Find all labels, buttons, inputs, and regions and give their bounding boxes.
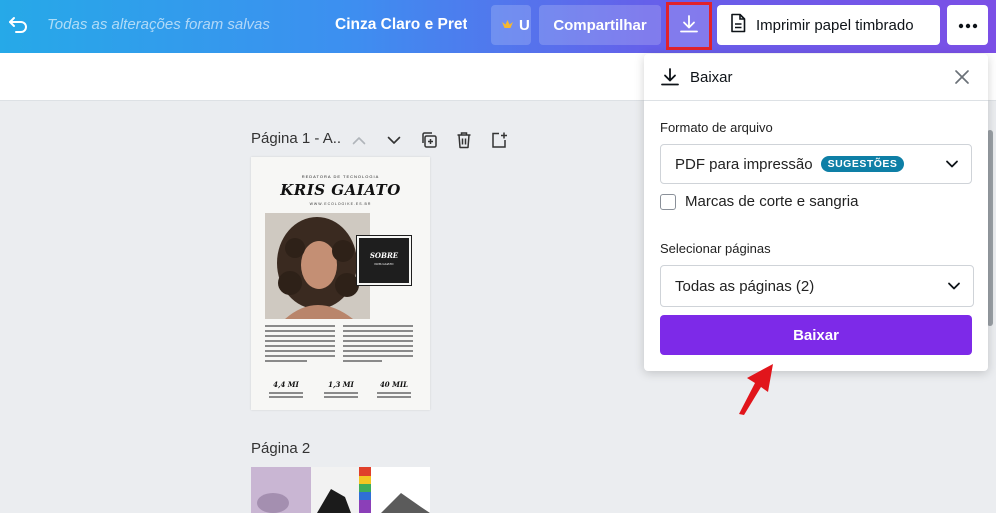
file-format-select[interactable]: PDF para impressão SUGESTÕES (660, 144, 972, 184)
download-icon (659, 66, 681, 93)
stat-number: 1,3 MI (328, 380, 354, 389)
about-box: SOBRE KRIS GAIATO (356, 235, 412, 286)
chevron-up-icon[interactable] (348, 129, 370, 151)
upgrade-button[interactable]: U (491, 5, 531, 45)
print-label: Imprimir papel timbrado (756, 16, 914, 34)
upgrade-label: U (519, 16, 530, 34)
save-status: Todas as alterações foram salvas (47, 16, 270, 33)
trash-icon[interactable] (453, 129, 475, 151)
select-pages-value: Todas as páginas (2) (675, 277, 815, 295)
document-title[interactable]: Cinza Claro e Pret... (335, 16, 467, 34)
download-submit-button[interactable]: Baixar (660, 315, 972, 355)
suggestions-badge: SUGESTÕES (820, 156, 905, 172)
page-1-thumbnail[interactable]: REDATORA DE TECNOLOGIA KRIS GAIATO WWW.E… (251, 157, 430, 410)
page-2-label[interactable]: Página 2 (251, 440, 310, 457)
undo-icon[interactable] (6, 12, 32, 38)
stat-number: 4,4 MI (273, 380, 299, 389)
crown-icon (501, 17, 514, 34)
download-panel-header: Baixar (644, 54, 988, 101)
page-1-label[interactable]: Página 1 - A.. (251, 130, 341, 147)
document-icon (729, 13, 747, 37)
download-panel: Baixar Formato de arquivo PDF para impre… (644, 54, 988, 371)
about-title: SOBRE (369, 251, 399, 260)
file-format-label: Formato de arquivo (660, 120, 773, 135)
text-column-left (265, 325, 335, 365)
crop-marks-option[interactable]: Marcas de corte e sangria (660, 193, 858, 210)
download-icon (678, 13, 700, 40)
red-arrow-icon (737, 362, 777, 421)
print-letterhead-button[interactable]: Imprimir papel timbrado (717, 5, 940, 45)
about-subtitle: KRIS GAIATO (374, 262, 394, 266)
select-pages-label: Selecionar páginas (660, 241, 771, 256)
page-heading: KRIS GAIATO (280, 181, 401, 199)
stat-item: 4,4 MI (261, 380, 311, 398)
duplicate-page-icon[interactable] (418, 129, 440, 151)
top-bar: Todas as alterações foram salvas Cinza C… (0, 0, 996, 53)
chevron-down-icon (945, 157, 959, 175)
add-page-icon[interactable] (488, 129, 510, 151)
page-2-thumbnail[interactable] (251, 467, 430, 513)
crop-marks-label: Marcas de corte e sangria (685, 193, 859, 210)
page-controls (348, 129, 510, 151)
more-options-button[interactable] (947, 5, 988, 45)
page-kicker: REDATORA DE TECNOLOGIA (301, 174, 380, 179)
stat-item: 40 MIL (369, 380, 419, 398)
share-button[interactable]: Compartilhar (539, 5, 661, 45)
stat-item: 1,3 MI (316, 380, 366, 398)
crop-marks-checkbox[interactable] (660, 193, 676, 210)
close-icon[interactable] (952, 67, 972, 92)
portrait-photo (265, 213, 370, 319)
file-format-value: PDF para impressão (675, 155, 813, 173)
download-panel-title: Baixar (690, 69, 733, 86)
stat-number: 40 MIL (379, 380, 409, 389)
download-button[interactable] (666, 2, 712, 50)
select-pages-dropdown[interactable]: Todas as páginas (2) (660, 265, 974, 307)
chevron-down-icon[interactable] (383, 129, 405, 151)
more-icon (958, 16, 978, 34)
text-column-right (343, 325, 413, 365)
chevron-down-icon (947, 279, 961, 297)
page-subtitle: WWW.ECOLOGIKE.ES.BR (309, 202, 372, 206)
